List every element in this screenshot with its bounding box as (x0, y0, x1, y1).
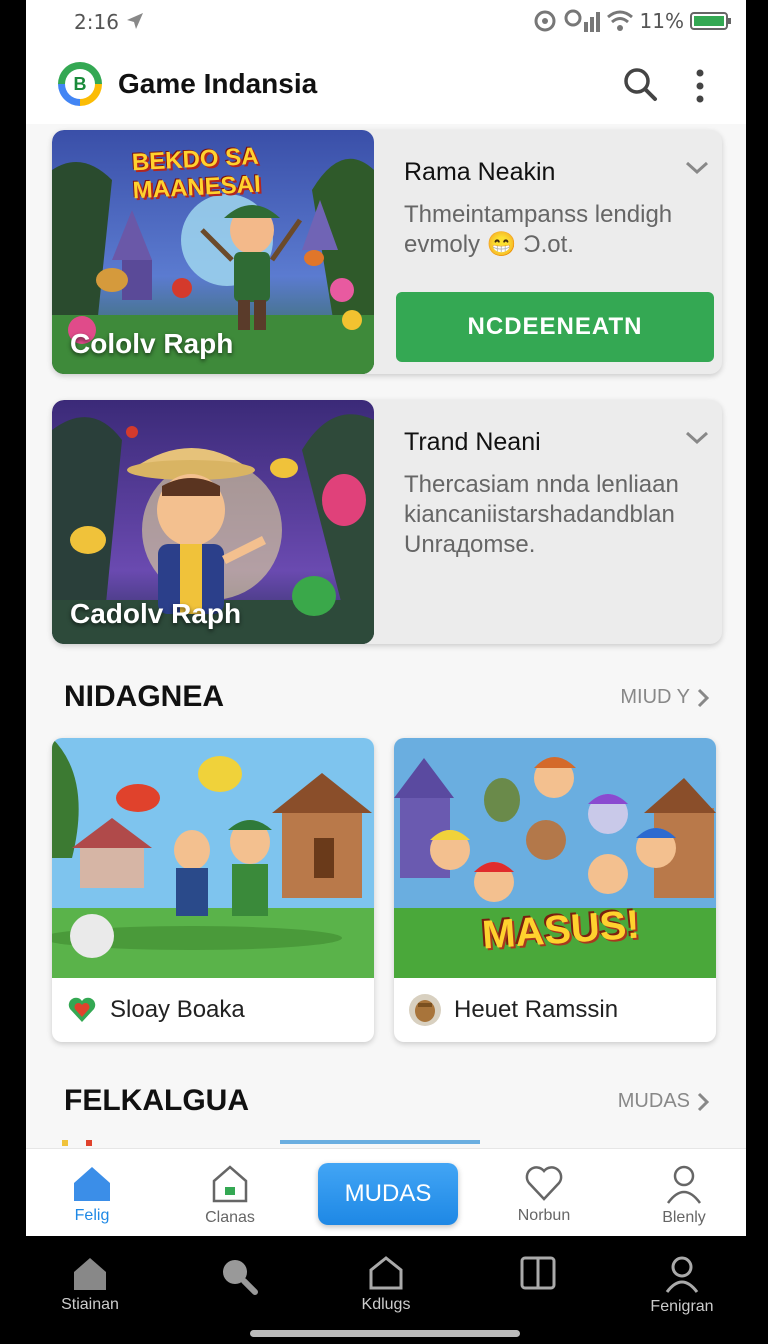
section-content-peek (62, 1140, 480, 1146)
chevron-right-icon (697, 688, 710, 707)
system-nav-label: Kdlugs (361, 1296, 411, 1313)
game-card[interactable]: Sloay Boaka (52, 738, 374, 1042)
tab-label: Clanas (205, 1209, 255, 1226)
featured-description: Thercasiam nnda lenliaan kiancaniistarsh… (404, 471, 679, 558)
section-link-label: MIUD Y (620, 686, 690, 708)
heart-icon (68, 997, 96, 1022)
game-card-footer: Sloay Boaka (52, 978, 374, 1042)
system-nav-profile[interactable]: Fenigran (622, 1254, 742, 1316)
system-nav-book[interactable] (478, 1254, 598, 1292)
system-nav-label: Fenigran (650, 1298, 714, 1315)
battery-percent: 11% (639, 9, 684, 33)
tab-store[interactable]: Clanas (170, 1149, 290, 1236)
more-options-icon[interactable] (690, 68, 710, 104)
status-icons: 11% (532, 8, 732, 34)
system-nav-search[interactable] (178, 1254, 298, 1296)
sync-icon (534, 10, 556, 32)
featured-card[interactable]: BEKDO SA MAANESAI Cololv Raph Rama Neaki… (52, 130, 722, 374)
home-icon (74, 1258, 106, 1290)
tab-label: Norbun (517, 1207, 571, 1224)
phone-screen: 2:16 11% B Game Indansia BEKDO SA MAANES… (26, 0, 746, 1236)
tab-home[interactable]: Felig (32, 1149, 152, 1236)
section-title: NIDAGNEA (64, 680, 225, 713)
game-card[interactable]: MASUS! Heuet Ramssin (394, 738, 716, 1042)
shield-icon (369, 1256, 403, 1290)
chevron-down-icon[interactable] (684, 160, 710, 176)
tab-label: Felig (74, 1207, 110, 1224)
game-name: Heuet Ramssin (454, 996, 619, 1023)
wifi-icon (606, 10, 633, 31)
tab-profile[interactable]: Blenly (624, 1149, 744, 1236)
featured-image: BEKDO SA MAANESAI Cololv Raph (52, 130, 374, 374)
system-nav-bar: Stiainan Kdlugs Fenigran (0, 1236, 768, 1344)
signal-icon (564, 9, 600, 32)
tab-label: Blenly (662, 1209, 706, 1226)
system-nav-home[interactable]: Stiainan (30, 1254, 150, 1314)
app-title: Game Indansia (118, 68, 318, 99)
featured-image-caption: Cadolv Raph (70, 598, 242, 629)
featured-image: Cadolv Raph (52, 400, 374, 644)
location-arrow-icon (127, 13, 143, 29)
featured-cta-button[interactable]: NCDEENEATN (396, 292, 714, 362)
battery-icon (690, 12, 731, 30)
avatar-icon (409, 994, 441, 1026)
home-icon (74, 1167, 110, 1201)
bottom-tab-bar: Felig Clanas MUDAS Norbun Blenly (26, 1148, 746, 1236)
home-indicator[interactable] (250, 1330, 520, 1337)
system-nav-shield[interactable]: Kdlugs (326, 1254, 446, 1314)
section-see-more-link[interactable]: MUDAS (618, 1090, 710, 1113)
featured-image-banner: BEKDO SA MAANESAI (131, 142, 262, 205)
featured-title: Trand Neani (404, 428, 541, 456)
person-icon (665, 1256, 699, 1293)
app-bar: B Game Indansia (26, 48, 746, 124)
store-icon (212, 1165, 248, 1203)
chevron-right-icon (697, 1092, 710, 1111)
section-link-label: MUDAS (617, 1090, 690, 1112)
featured-description: Thmeintampanss lendigh evmoly 😁 Ɔ.ot. (404, 201, 673, 258)
game-image (52, 738, 374, 978)
game-image: MASUS! (394, 738, 716, 978)
system-nav-label: Stiainan (61, 1296, 119, 1313)
search-icon[interactable] (622, 66, 658, 102)
game-card-footer: Heuet Ramssin (394, 978, 716, 1042)
section-see-more-link[interactable]: MIUD Y (620, 686, 710, 709)
status-bar: 2:16 11% (26, 0, 746, 48)
book-icon (520, 1256, 556, 1290)
chevron-down-icon[interactable] (684, 430, 710, 446)
heart-icon (525, 1166, 563, 1201)
featured-title: Rama Neakin (404, 158, 556, 186)
app-logo: B (58, 62, 102, 106)
person-icon (666, 1165, 702, 1204)
tab-center-button[interactable]: MUDAS (318, 1163, 458, 1225)
featured-image-caption: Cololv Raph (70, 328, 234, 359)
section-title: FELKALGUA (64, 1084, 249, 1117)
featured-card[interactable]: Cadolv Raph Trand Neani Thercasiam nnda … (52, 400, 722, 644)
game-name: Sloay Boaka (110, 996, 245, 1023)
tab-favorites[interactable]: Norbun (484, 1149, 604, 1236)
search-icon (223, 1260, 258, 1295)
status-time: 2:16 (74, 10, 119, 34)
